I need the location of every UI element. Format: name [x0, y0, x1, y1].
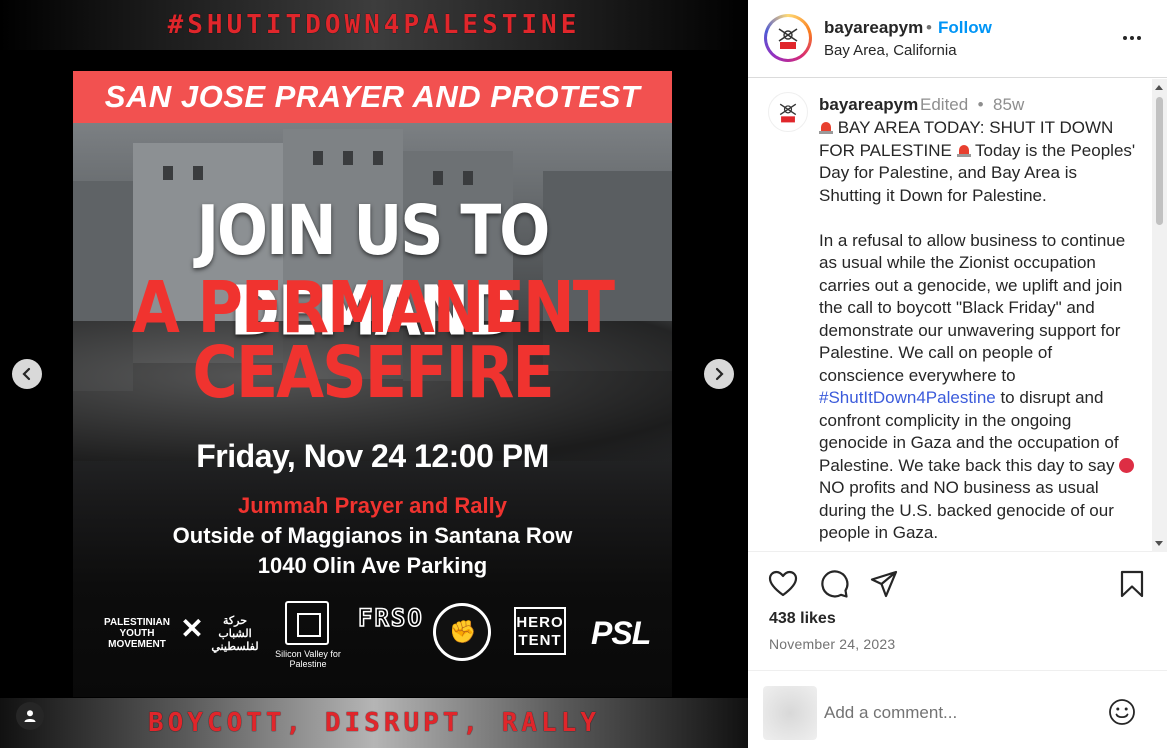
user-icon — [24, 710, 36, 722]
window — [373, 151, 383, 165]
psl-logo: PSL — [591, 615, 651, 651]
chevron-left-icon — [22, 367, 31, 381]
caption-username[interactable]: bayareapym — [819, 95, 918, 115]
heart-icon[interactable] — [768, 569, 798, 599]
caption-scroll-area[interactable]: bayareapym Edited • 85w BAY AREA TODAY: … — [748, 79, 1167, 552]
poster-address: 1040 Olin Ave Parking — [257, 553, 488, 578]
location-link[interactable]: Bay Area, California — [824, 42, 957, 59]
chip-icon — [285, 601, 329, 645]
siren-icon — [956, 143, 971, 158]
bookmark-icon[interactable] — [1117, 569, 1147, 599]
send-icon[interactable] — [869, 569, 899, 599]
poster-location: Outside of Maggianos in Santana Row — [172, 523, 573, 548]
frso-logo: FRSO — [357, 604, 424, 632]
caption-meta: Edited • 85w — [920, 95, 1025, 114]
scroll-down-arrow-icon[interactable] — [1155, 541, 1163, 546]
action-bar — [748, 553, 1167, 613]
next-slide-button[interactable] — [704, 359, 734, 389]
pym-logo-arabic: حركة الشباب لفلسطيني — [211, 615, 259, 653]
header-username[interactable]: bayareapym — [824, 18, 923, 38]
red-circle-icon — [1119, 457, 1135, 473]
window — [343, 151, 353, 165]
pym-logo: PALESTINIAN YOUTH MOVEMENT — [104, 617, 170, 650]
window — [463, 171, 473, 185]
caption-avatar[interactable] — [768, 92, 808, 132]
caption-text-span: In a refusal to allow business to contin… — [819, 230, 1126, 385]
poster-date: Friday, Nov 24 12:00 PM — [196, 438, 549, 474]
poster-headline-red: CEASEFIRE — [192, 330, 554, 415]
pym-logo-icon — [773, 23, 803, 53]
comment-bar — [748, 670, 1167, 748]
hero-tent-logo: HERO TENT — [514, 607, 566, 655]
poster-image: SAN JOSE PRAYER AND PROTEST JOIN US TO D… — [73, 71, 672, 697]
pym-mark-icon: ✕ — [180, 613, 204, 644]
window — [433, 171, 443, 185]
siren-icon — [819, 120, 833, 135]
scroll-up-arrow-icon[interactable] — [1155, 85, 1163, 90]
post-date: November 24, 2023 — [769, 636, 896, 652]
scrollbar[interactable] — [1152, 79, 1167, 552]
more-options-icon[interactable] — [1120, 26, 1144, 50]
sponsor-logos: PALESTINIAN YOUTH MOVEMENT ✕ حركة الشباب… — [73, 599, 672, 679]
scrollbar-thumb[interactable] — [1156, 97, 1163, 225]
poster-event: Jummah Prayer and Rally — [237, 493, 507, 518]
top-banner-text: #SHUTITDOWN4PALESTINE — [167, 10, 581, 40]
sv-logo-text: Silicon Valley for Palestine — [275, 649, 341, 669]
tagged-users-button[interactable] — [16, 702, 44, 730]
caption-text: BAY AREA TODAY: SHUT IT DOWN FOR PALESTI… — [819, 117, 1141, 551]
window — [163, 166, 173, 180]
caption-text-span: NO profits and NO business as usual duri… — [819, 478, 1114, 542]
post-header: bayareapym • Follow Bay Area, California — [748, 0, 1167, 78]
poster-banner: SAN JOSE PRAYER AND PROTEST — [73, 71, 672, 123]
avatar-story-ring[interactable] — [764, 14, 812, 62]
separator-dot: • — [926, 18, 932, 37]
top-banner: #SHUTITDOWN4PALESTINE — [0, 0, 748, 50]
user-avatar — [763, 686, 817, 740]
chevron-right-icon — [715, 367, 724, 381]
previous-slide-button[interactable] — [12, 359, 42, 389]
smiley-icon[interactable] — [1107, 697, 1137, 727]
bottom-banner-text: BOYCOTT, DISRUPT, RALLY — [147, 708, 601, 738]
window — [313, 151, 323, 165]
poster-banner-text: SAN JOSE PRAYER AND PROTEST — [104, 79, 641, 114]
hashtag-link[interactable]: #ShutItDown4Palestine — [819, 388, 996, 407]
window — [193, 166, 203, 180]
likes-count[interactable]: 438 likes — [769, 610, 836, 628]
avatar — [767, 17, 809, 59]
bottom-banner: BOYCOTT, DISRUPT, RALLY — [0, 698, 748, 748]
fist-icon: ✊ — [449, 619, 477, 644]
pym-logo-icon — [779, 103, 797, 123]
caption-paragraph: BAY AREA TODAY: SHUT IT DOWN FOR PALESTI… — [819, 117, 1141, 207]
caption-paragraph: In a refusal to allow business to contin… — [819, 230, 1141, 545]
follow-button[interactable]: Follow — [938, 18, 992, 38]
comment-icon[interactable] — [819, 569, 849, 599]
post-details-panel: bayareapym • Follow Bay Area, California… — [748, 0, 1167, 748]
comment-input[interactable] — [824, 701, 1094, 725]
post-media: #SHUTITDOWN4PALESTINE SAN JOSE PRAYER AN… — [0, 0, 748, 748]
